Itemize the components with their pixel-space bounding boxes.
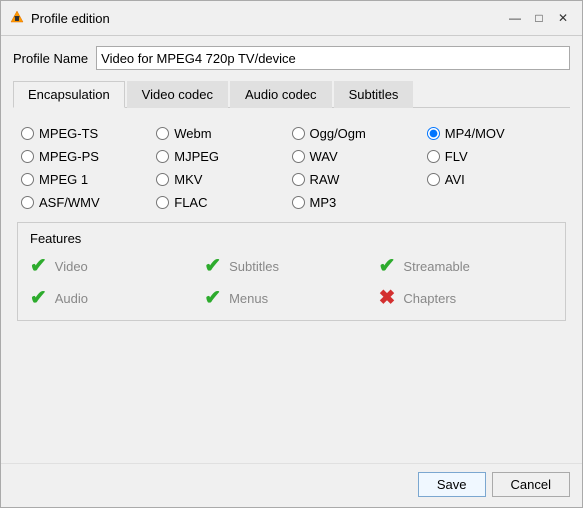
radio-options-grid: MPEG-TS Webm Ogg/Ogm MP4/MOV MPEG-P [17,126,566,210]
radio-mp3[interactable]: MP3 [292,195,427,210]
check-icon-subtitles: ✔ [204,256,221,276]
title-bar: Profile edition — □ ✕ [1,1,582,36]
check-icon-menus: ✔ [204,288,221,308]
radio-mpeg-ts[interactable]: MPEG-TS [21,126,156,141]
feature-video: ✔ Video [30,256,204,276]
features-title: Features [30,231,553,246]
feature-audio: ✔ Audio [30,288,204,308]
feature-streamable: ✔ Streamable [379,256,553,276]
main-content: Profile Name Encapsulation Video codec A… [1,36,582,463]
encapsulation-tab-content: MPEG-TS Webm Ogg/Ogm MP4/MOV MPEG-P [13,116,570,453]
radio-mp4-mov[interactable]: MP4/MOV [427,126,562,141]
vlc-icon [9,9,25,28]
tab-subtitles[interactable]: Subtitles [334,81,414,108]
feature-label-audio: Audio [55,291,88,306]
radio-mpeg1[interactable]: MPEG 1 [21,172,156,187]
feature-menus: ✔ Menus [204,288,378,308]
features-grid: ✔ Video ✔ Subtitles ✔ Streamable [30,256,553,308]
profile-edition-window: Profile edition — □ ✕ Profile Name Encap… [0,0,583,508]
save-button[interactable]: Save [418,472,486,497]
feature-label-subtitles: Subtitles [229,259,279,274]
radio-flac[interactable]: FLAC [156,195,291,210]
check-icon-audio: ✔ [30,288,47,308]
radio-webm[interactable]: Webm [156,126,291,141]
feature-label-chapters: Chapters [403,291,456,306]
check-icon-streamable: ✔ [379,256,396,276]
tab-video-codec[interactable]: Video codec [127,81,228,108]
radio-raw[interactable]: RAW [292,172,427,187]
feature-label-video: Video [55,259,88,274]
tab-encapsulation[interactable]: Encapsulation [13,81,125,108]
window-title: Profile edition [31,11,110,26]
title-controls: — □ ✕ [504,7,574,29]
tab-audio-codec[interactable]: Audio codec [230,81,332,108]
feature-label-menus: Menus [229,291,268,306]
title-bar-left: Profile edition [9,9,110,28]
profile-name-input[interactable] [96,46,570,70]
radio-mjpeg[interactable]: MJPEG [156,149,291,164]
radio-flv[interactable]: FLV [427,149,562,164]
cancel-button[interactable]: Cancel [492,472,570,497]
radio-asf-wmv[interactable]: ASF/WMV [21,195,156,210]
tabs-bar: Encapsulation Video codec Audio codec Su… [13,80,570,108]
radio-wav[interactable]: WAV [292,149,427,164]
feature-subtitles: ✔ Subtitles [204,256,378,276]
footer: Save Cancel [1,463,582,507]
check-icon-video: ✔ [30,256,47,276]
profile-name-label: Profile Name [13,51,88,66]
minimize-button[interactable]: — [504,7,526,29]
radio-avi[interactable]: AVI [427,172,562,187]
close-button[interactable]: ✕ [552,7,574,29]
feature-chapters: ✖ Chapters [379,288,553,308]
radio-mpeg-ps[interactable]: MPEG-PS [21,149,156,164]
features-box: Features ✔ Video ✔ Subtitles ✔ [17,222,566,321]
profile-name-row: Profile Name [13,46,570,70]
maximize-button[interactable]: □ [528,7,550,29]
radio-ogg-ogm[interactable]: Ogg/Ogm [292,126,427,141]
cross-icon-chapters: ✖ [379,288,396,308]
radio-mkv[interactable]: MKV [156,172,291,187]
feature-label-streamable: Streamable [403,259,469,274]
